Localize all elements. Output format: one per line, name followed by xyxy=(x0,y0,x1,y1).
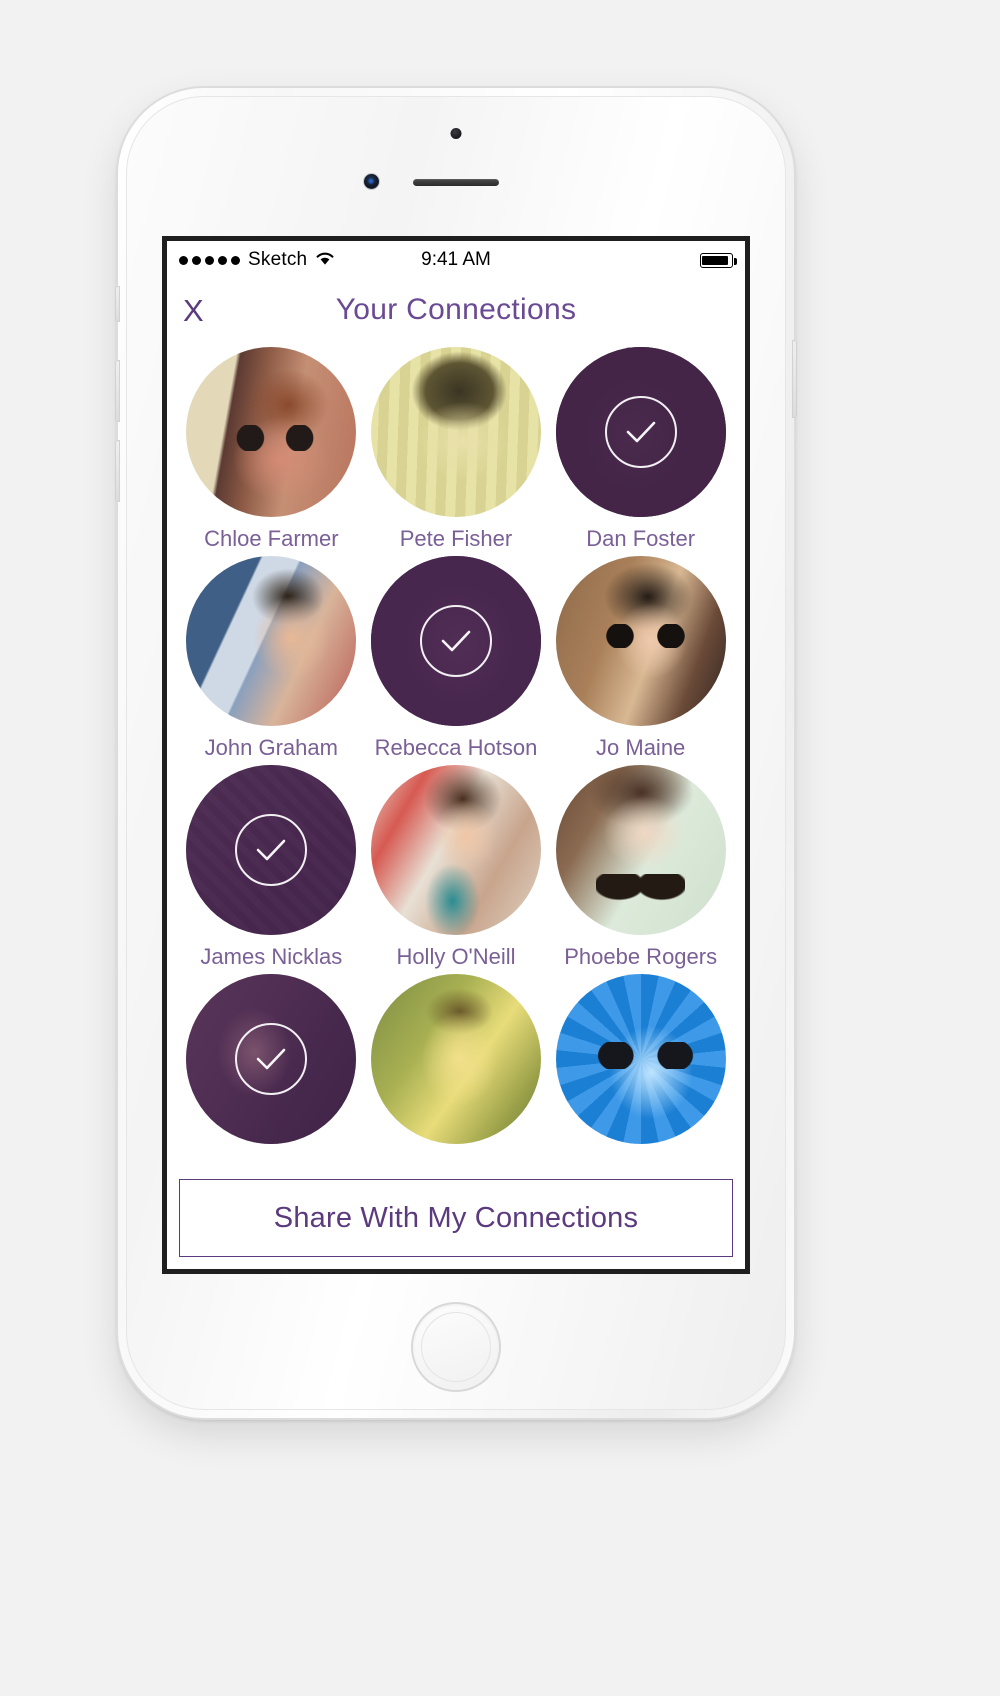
connection-cell[interactable]: Chloe Farmer xyxy=(179,347,364,552)
avatar-image xyxy=(555,556,726,726)
volume-up-button[interactable] xyxy=(115,360,120,422)
avatar[interactable] xyxy=(186,556,357,726)
connection-name: Rebecca Hotson xyxy=(374,735,538,760)
connection-cell[interactable]: Holly O'Neill xyxy=(364,765,549,970)
signal-strength-icon xyxy=(179,255,240,265)
avatar[interactable] xyxy=(555,556,726,726)
avatar-image xyxy=(370,765,541,935)
earpiece-speaker xyxy=(413,179,499,186)
connection-cell[interactable]: John Graham xyxy=(179,556,364,761)
connection-cell[interactable]: James Nicklas xyxy=(179,765,364,970)
connection-name: Pete Fisher xyxy=(399,526,513,551)
connection-cell[interactable] xyxy=(364,974,549,1144)
check-icon xyxy=(604,396,677,468)
avatar-image xyxy=(370,974,541,1144)
avatar[interactable] xyxy=(186,765,357,935)
avatar-image xyxy=(186,556,357,726)
connection-cell[interactable] xyxy=(179,974,364,1144)
silent-switch[interactable] xyxy=(115,286,120,322)
selected-overlay xyxy=(186,765,357,935)
status-bar: Sketch 9:41 AM xyxy=(167,241,745,279)
connection-name: Jo Maine xyxy=(596,735,686,760)
connection-cell[interactable]: Jo Maine xyxy=(548,556,733,761)
avatar[interactable] xyxy=(186,347,357,517)
connection-name: Dan Foster xyxy=(586,526,696,551)
avatar-image xyxy=(555,974,726,1144)
connection-name: Chloe Farmer xyxy=(204,526,339,551)
avatar[interactable] xyxy=(186,974,357,1144)
avatar[interactable] xyxy=(555,347,726,517)
selected-overlay xyxy=(370,556,541,726)
check-icon xyxy=(419,605,492,677)
check-icon xyxy=(235,814,308,886)
avatar-image xyxy=(186,347,357,517)
close-icon[interactable]: X xyxy=(183,295,204,326)
phone-screen: Sketch 9:41 AM X Your Connections Chloe … xyxy=(162,236,750,1274)
check-icon xyxy=(235,1023,308,1095)
share-with-my-connections-button[interactable]: Share With My Connections xyxy=(179,1179,733,1257)
page-title: Your Connections xyxy=(335,293,577,326)
avatar-image xyxy=(370,347,541,517)
connections-grid: Chloe Farmer Pete Fisher Dan Foster John Gr… xyxy=(167,341,745,1144)
carrier-label: Sketch xyxy=(248,249,308,270)
avatar[interactable] xyxy=(555,974,726,1144)
connection-name: Holly O'Neill xyxy=(396,944,516,969)
avatar[interactable] xyxy=(370,765,541,935)
front-camera-icon xyxy=(450,128,462,139)
connection-name: James Nicklas xyxy=(200,944,343,969)
wifi-icon xyxy=(315,250,335,271)
connection-cell[interactable] xyxy=(548,974,733,1144)
connection-cell[interactable]: Dan Foster xyxy=(548,347,733,552)
connection-cell[interactable]: Rebecca Hotson xyxy=(364,556,549,761)
avatar[interactable] xyxy=(370,974,541,1144)
selected-overlay xyxy=(555,347,726,517)
avatar[interactable] xyxy=(555,765,726,935)
proximity-sensor-icon xyxy=(364,174,379,189)
connection-cell[interactable]: Phoebe Rogers xyxy=(548,765,733,970)
connection-name: John Graham xyxy=(204,735,338,760)
avatar[interactable] xyxy=(370,556,541,726)
connection-name: Phoebe Rogers xyxy=(564,944,718,969)
home-button[interactable] xyxy=(413,1304,499,1390)
power-button[interactable] xyxy=(792,340,797,418)
avatar-image xyxy=(555,765,726,935)
connection-cell[interactable]: Pete Fisher xyxy=(364,347,549,552)
selected-overlay xyxy=(186,974,357,1144)
share-button-label: Share With My Connections xyxy=(273,1201,639,1234)
phone-device: Sketch 9:41 AM X Your Connections Chloe … xyxy=(115,88,797,1418)
battery-icon xyxy=(700,252,737,268)
navigation-bar: X Your Connections xyxy=(167,279,745,341)
volume-down-button[interactable] xyxy=(115,440,120,502)
avatar[interactable] xyxy=(370,347,541,517)
